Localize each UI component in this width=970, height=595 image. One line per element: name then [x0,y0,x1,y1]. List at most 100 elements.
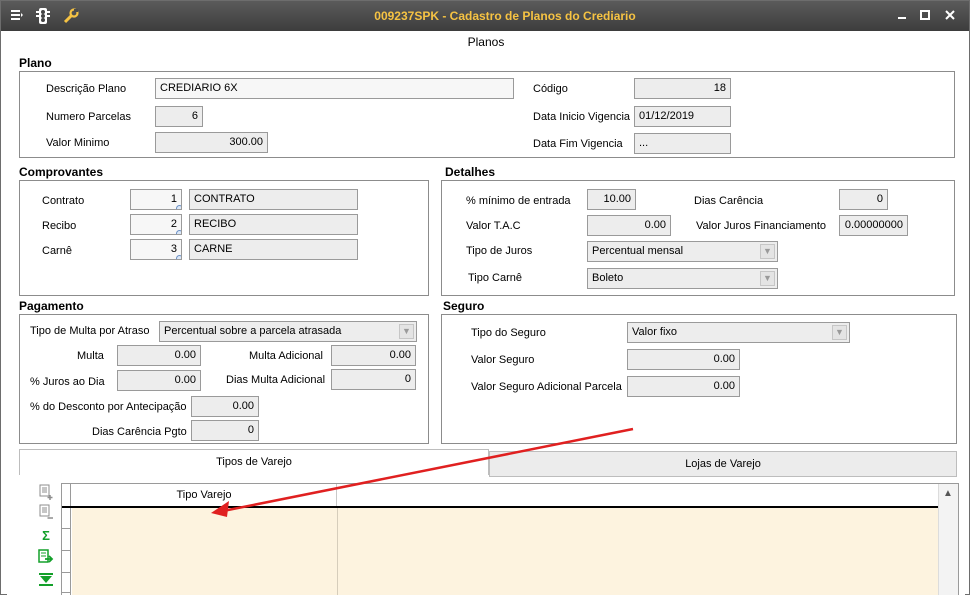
fim-vigencia-label: Data Fim Vigencia [533,138,623,150]
recibo-code: 2 [170,218,177,230]
descricao-field[interactable]: CREDIARIO 6X [155,78,514,99]
chevron-down-icon[interactable]: ▼ [399,324,414,339]
dias-carencia-label: Dias Carência [694,195,764,207]
chevron-down-icon[interactable]: ▼ [760,244,775,259]
tipo-carne-label: Tipo Carnê [468,272,523,284]
multa-field[interactable]: 0.00 [117,345,201,366]
form-content: Planos Plano Descrição Plano CREDIARIO 6… [7,31,965,595]
codigo-field[interactable]: 18 [634,78,731,99]
dias-multa-adicional-field[interactable]: 0 [331,369,416,390]
dias-multa-adicional-label: Dias Multa Adicional [226,374,326,386]
column-header-empty [338,484,938,506]
tipo-seguro-value: Valor fixo [632,326,678,338]
sum-icon[interactable]: Σ [37,527,55,545]
contrato-code: 1 [170,193,177,205]
section-title-comprovantes: Comprovantes [19,165,104,179]
pagamento-group: Tipo de Multa por Atraso Percentual sobr… [19,314,429,444]
tipo-seguro-label: Tipo do Seguro [471,327,546,339]
download-icon[interactable] [37,572,55,590]
juros-financiamento-field[interactable]: 0.00000000 [839,215,908,236]
row-divider [62,592,71,593]
juros-dia-label: % Juros ao Dia [30,376,105,388]
lookup-icon[interactable] [176,230,181,234]
tipo-varejo-grid: Tipo Varejo ▲ [61,483,959,595]
tipo-juros-select[interactable]: Percentual mensal ▼ [587,241,778,262]
tipo-carne-value: Boleto [592,272,624,284]
recibo-name-field: RECIBO [189,214,358,235]
tipo-multa-value: Percentual sobre a parcela atrasada [164,325,342,337]
parcelas-label: Numero Parcelas [46,111,131,123]
inicio-vigencia-field[interactable]: 01/12/2019 [634,106,731,127]
carne-name-field: CARNE [189,239,358,260]
tipo-multa-label: Tipo de Multa por Atraso [30,325,150,337]
valor-minimo-label: Valor Minimo [46,137,110,149]
column-separator [337,508,338,595]
row-divider [62,572,71,573]
page-title: Planos [467,35,505,49]
valor-seguro-adicional-label: Valor Seguro Adicional Parcela [471,381,622,393]
row-divider [62,550,71,551]
section-title-detalhes: Detalhes [445,165,496,179]
valor-seguro-label: Valor Seguro [471,354,535,366]
remove-row-icon[interactable] [37,504,55,522]
window-title: 009237SPK - Cadastro de Planos do Credia… [374,9,636,23]
column-header-tipo-varejo[interactable]: Tipo Varejo [72,484,337,506]
inicio-vigencia-label: Data Inicio Vigencia [533,111,631,123]
comprovantes-group: Contrato 1 CONTRATO Recibo 2 RECIBO Carn… [19,180,429,296]
section-title-pagamento: Pagamento [19,299,84,313]
plano-group: Descrição Plano CREDIARIO 6X Numero Parc… [19,71,955,158]
recibo-label: Recibo [42,220,77,232]
recibo-code-field[interactable]: 2 [130,214,182,235]
contrato-name-field: CONTRATO [189,189,358,210]
juros-dia-field[interactable]: 0.00 [117,370,201,391]
lookup-icon[interactable] [176,205,181,209]
tipo-seguro-select[interactable]: Valor fixo ▼ [627,322,850,343]
min-entrada-field[interactable]: 10.00 [587,189,636,210]
minimize-icon[interactable] [893,7,911,25]
wrench-icon[interactable] [63,8,79,24]
tac-field[interactable]: 0.00 [587,215,671,236]
section-title-seguro: Seguro [443,299,485,313]
tab-tipos-de-varejo[interactable]: Tipos de Varejo [19,449,489,475]
close-icon[interactable] [941,7,959,25]
tipo-multa-select[interactable]: Percentual sobre a parcela atrasada ▼ [159,321,417,342]
maximize-icon[interactable] [916,7,934,25]
multa-label: Multa [77,350,104,362]
dias-carencia-field[interactable]: 0 [839,189,888,210]
add-row-icon[interactable] [37,484,55,502]
contrato-code-field[interactable]: 1 [130,189,182,210]
row-divider [62,528,71,529]
menu-icon[interactable] [9,8,25,24]
export-icon[interactable] [37,549,55,567]
multa-adicional-field[interactable]: 0.00 [331,345,416,366]
grid-body[interactable] [72,508,938,595]
desconto-field[interactable]: 0.00 [191,396,259,417]
chevron-down-icon[interactable]: ▼ [832,325,847,340]
chevron-down-icon[interactable]: ▼ [760,271,775,286]
seguro-group: Tipo do Seguro Valor fixo ▼ Valor Seguro… [441,314,957,444]
valor-seguro-adicional-field[interactable]: 0.00 [627,376,740,397]
dias-carencia-pgto-label: Dias Carência Pgto [92,426,187,438]
scroll-up-icon[interactable]: ▲ [943,488,953,499]
juros-financiamento-label: Valor Juros Financiamento [696,220,827,232]
title-bar: 009237SPK - Cadastro de Planos do Credia… [1,1,969,31]
grid-vertical-scrollbar[interactable]: ▲ [938,484,958,595]
lookup-icon[interactable] [176,255,181,259]
tab-lojas-de-varejo[interactable]: Lojas de Varejo [489,451,957,477]
valor-minimo-field[interactable]: 300.00 [155,132,268,153]
parcelas-field[interactable]: 6 [155,106,203,127]
dias-carencia-pgto-field[interactable]: 0 [191,420,259,441]
detalhes-group: % mínimo de entrada 10.00 Dias Carência … [441,180,955,296]
multa-adicional-label: Multa Adicional [249,350,323,362]
row-indicator-column [62,484,71,595]
carne-label: Carnê [42,245,72,257]
min-entrada-label: % mínimo de entrada [466,195,571,207]
carne-code-field[interactable]: 3 [130,239,182,260]
tac-label: Valor T.A.C [466,220,521,232]
app-window: 009237SPK - Cadastro de Planos do Credia… [0,0,970,595]
traffic-light-icon[interactable] [35,8,51,24]
fim-vigencia-field[interactable]: ... [634,133,731,154]
valor-seguro-field[interactable]: 0.00 [627,349,740,370]
tipo-carne-select[interactable]: Boleto ▼ [587,268,778,289]
contrato-label: Contrato [42,195,85,207]
